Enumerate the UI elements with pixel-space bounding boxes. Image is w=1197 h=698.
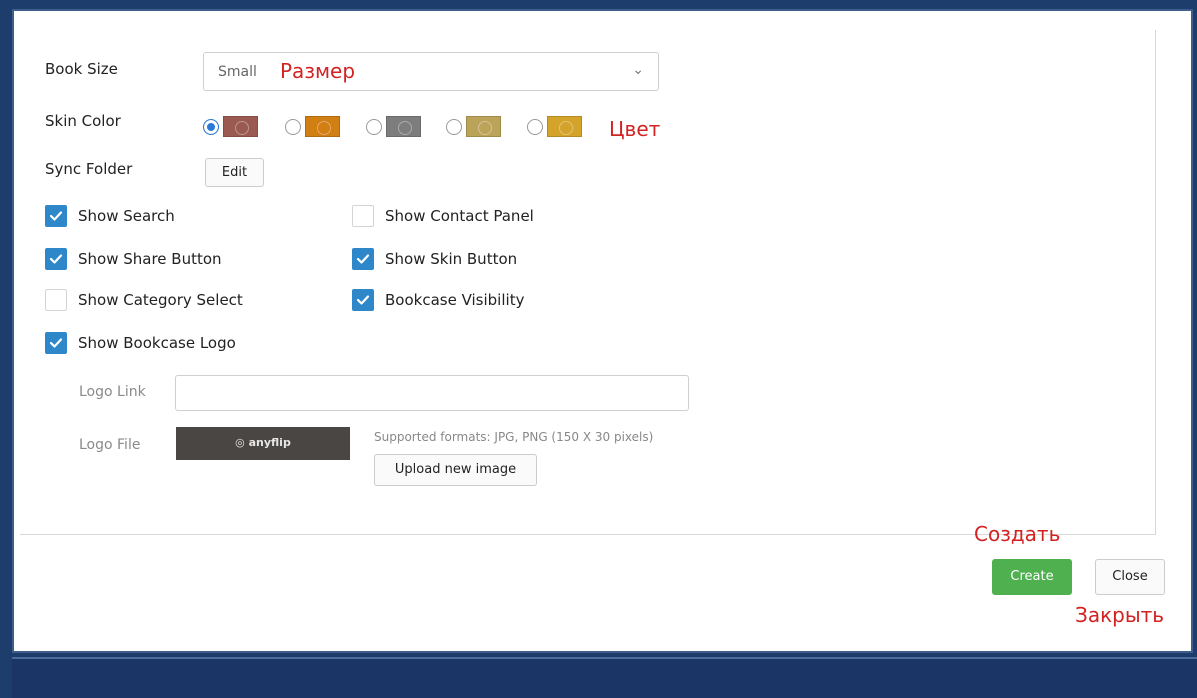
create-button[interactable]: Create [992, 559, 1072, 595]
skin-color-radio[interactable] [285, 119, 301, 135]
swatch-logo-icon [398, 121, 412, 135]
checkbox-label: Show Skin Button [385, 250, 518, 268]
swatch-logo-icon [559, 121, 573, 135]
chevron-down-icon: ⌄ [632, 62, 644, 78]
upload-new-image-button[interactable]: Upload new image [374, 454, 537, 486]
skin-color-swatch[interactable] [223, 116, 258, 137]
checkbox[interactable] [45, 248, 67, 270]
check-icon [49, 254, 63, 264]
skin-color-swatch[interactable] [305, 116, 340, 137]
check-icon [356, 254, 370, 264]
swatch-logo-icon [478, 121, 492, 135]
checkbox[interactable] [352, 289, 374, 311]
logo-preview-text: ◎ anyflip [235, 436, 291, 449]
annotation-color: Цвет [609, 117, 661, 141]
check-icon [356, 295, 370, 305]
skin-color-radio[interactable] [366, 119, 382, 135]
checkbox[interactable] [45, 332, 67, 354]
checkbox-label: Show Contact Panel [385, 207, 534, 225]
checkbox[interactable] [45, 205, 67, 227]
supported-formats-text: Supported formats: JPG, PNG (150 X 30 pi… [374, 430, 654, 444]
close-button[interactable]: Close [1095, 559, 1165, 595]
skin-color-label: Skin Color [45, 112, 121, 130]
checkbox-label: Show Share Button [78, 250, 222, 268]
check-icon [49, 338, 63, 348]
logo-file-label: Logo File [79, 437, 141, 453]
book-size-value: Small [218, 64, 257, 80]
bottom-bar [12, 657, 1197, 698]
skin-color-swatch[interactable] [547, 116, 582, 137]
checkbox-label: Show Category Select [78, 291, 243, 309]
logo-link-label: Logo Link [79, 384, 146, 400]
annotation-create: Создать [974, 522, 1061, 546]
annotation-close: Закрыть [1075, 603, 1165, 627]
skin-color-radio[interactable] [446, 119, 462, 135]
annotation-size: Размер [280, 59, 356, 83]
book-size-label: Book Size [45, 60, 118, 78]
logo-link-input[interactable] [175, 375, 689, 411]
check-icon [49, 211, 63, 221]
logo-preview-image: ◎ anyflip [176, 427, 350, 460]
checkbox[interactable] [352, 248, 374, 270]
checkbox[interactable] [45, 289, 67, 311]
checkbox-label: Bookcase Visibility [385, 291, 525, 309]
skin-color-swatch[interactable] [386, 116, 421, 137]
checkbox[interactable] [352, 205, 374, 227]
checkbox-label: Show Bookcase Logo [78, 334, 236, 352]
swatch-logo-icon [317, 121, 331, 135]
skin-color-radio[interactable] [527, 119, 543, 135]
edit-button[interactable]: Edit [205, 158, 264, 187]
skin-color-swatch[interactable] [466, 116, 501, 137]
book-size-select[interactable]: Small ⌄ [203, 52, 659, 91]
sync-folder-label: Sync Folder [45, 160, 133, 178]
skin-color-radio[interactable] [203, 119, 219, 135]
swatch-logo-icon [235, 121, 249, 135]
checkbox-label: Show Search [78, 207, 175, 225]
